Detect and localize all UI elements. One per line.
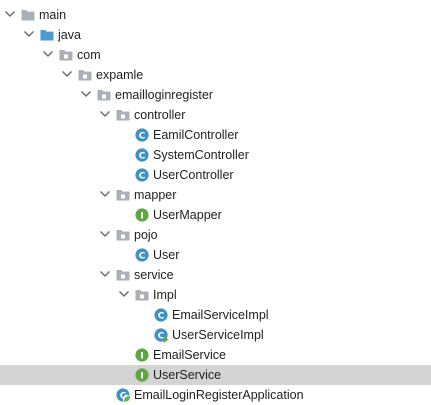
interface-icon: I [134,347,150,363]
chevron-down-icon[interactable] [79,87,93,101]
chevron-down-icon[interactable] [98,227,112,241]
tree-item-label: pojo [134,228,158,242]
package-icon [115,227,131,243]
svg-text:C: C [139,251,146,261]
tree-item-label: mapper [134,188,177,202]
chevron-down-icon[interactable] [98,187,112,201]
svg-text:C: C [139,151,146,161]
spring-boot-application-icon: C [115,387,131,403]
tree-item-label: UserServiceImpl [172,328,264,342]
chevron-down-icon[interactable] [22,27,36,41]
class-modified-icon: C [153,327,169,343]
class-icon: C [134,147,150,163]
tree-item-label: EamilController [153,128,239,142]
tree-item-label: SystemController [153,148,249,162]
tree-item-system-controller[interactable]: C SystemController [0,145,431,165]
svg-text:I: I [140,211,143,221]
chevron-down-icon[interactable] [98,267,112,281]
tree-item-label: EmailService [153,348,226,362]
interface-icon: I [134,367,150,383]
package-icon [58,47,74,63]
tree-item-label: User [153,248,180,262]
svg-text:C: C [139,131,146,141]
package-icon [115,187,131,203]
tree-item-label: java [58,28,81,42]
class-icon: C [134,247,150,263]
tree-item-label: UserService [153,368,222,382]
tree-item-label: main [39,8,67,22]
tree-item-impl[interactable]: Impl [0,285,431,305]
svg-text:C: C [158,311,165,321]
tree-item-main[interactable]: main [0,5,431,25]
tree-item-user[interactable]: C User [0,245,431,265]
tree-item-eamil-controller[interactable]: C EamilController [0,125,431,145]
chevron-down-icon[interactable] [60,67,74,81]
chevron-down-icon[interactable] [41,47,55,61]
chevron-down-icon[interactable] [3,7,17,21]
tree-item-user-mapper[interactable]: I UserMapper [0,205,431,225]
tree-item-label: UserController [153,168,234,182]
tree-item-emailloginregister[interactable]: emailloginregister [0,85,431,105]
tree-item-label: EmailLoginRegisterApplication [134,388,304,402]
class-icon: C [134,127,150,143]
tree-item-java[interactable]: java [0,25,431,45]
tree-item-com[interactable]: com [0,45,431,65]
class-icon: C [134,167,150,183]
class-icon: C [153,307,169,323]
project-tree: main java com expamle emailloginregister cont… [0,0,431,405]
package-icon [115,107,131,123]
tree-item-label: service [134,268,174,282]
tree-item-label: expamle [96,68,144,82]
package-icon [96,87,112,103]
tree-item-user-controller[interactable]: C UserController [0,165,431,185]
svg-text:I: I [140,351,143,361]
tree-item-label: emailloginregister [115,88,213,102]
source-root-folder-icon [39,27,55,43]
tree-item-label: controller [134,108,186,122]
tree-item-mapper[interactable]: mapper [0,185,431,205]
svg-text:I: I [140,371,143,381]
tree-item-user-service[interactable]: I UserService [0,365,431,385]
tree-item-label: com [77,48,101,62]
tree-item-expamle[interactable]: expamle [0,65,431,85]
package-icon [77,67,93,83]
tree-item-label: UserMapper [153,208,222,222]
tree-item-pojo[interactable]: pojo [0,225,431,245]
tree-item-label: Impl [153,288,177,302]
tree-item-user-service-impl[interactable]: C UserServiceImpl [0,325,431,345]
tree-item-label: EmailServiceImpl [172,308,269,322]
tree-item-email-login-register-application[interactable]: C EmailLoginRegisterApplication [0,385,431,405]
folder-icon [20,7,36,23]
package-icon [134,287,150,303]
interface-icon: I [134,207,150,223]
tree-item-controller[interactable]: controller [0,105,431,125]
package-icon [115,267,131,283]
tree-item-service[interactable]: service [0,265,431,285]
svg-text:C: C [139,171,146,181]
chevron-down-icon[interactable] [98,107,112,121]
chevron-down-icon[interactable] [117,287,131,301]
tree-item-email-service[interactable]: I EmailService [0,345,431,365]
tree-item-email-service-impl[interactable]: C EmailServiceImpl [0,305,431,325]
